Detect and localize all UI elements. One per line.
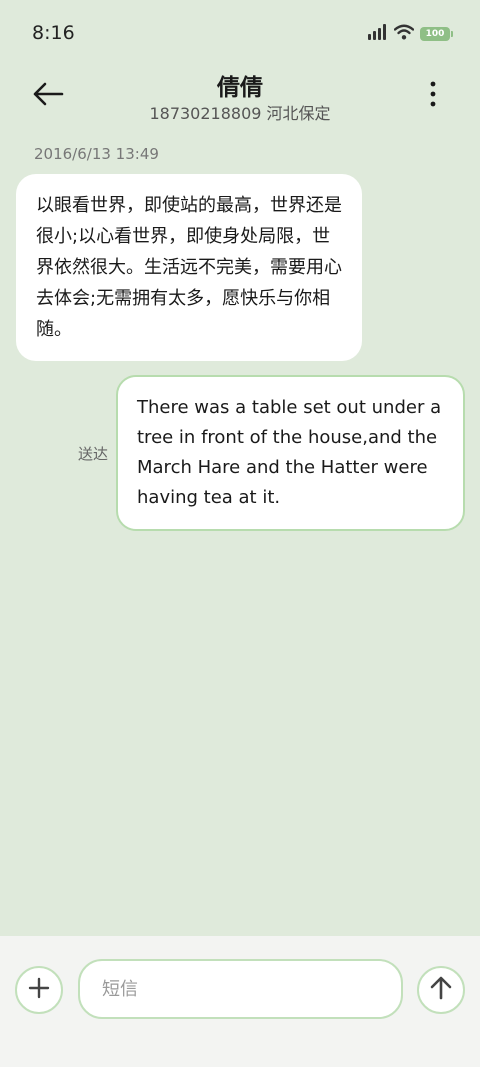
send-button[interactable]: [417, 966, 465, 1014]
signal-icon: [368, 24, 388, 44]
more-options-button[interactable]: [418, 78, 448, 114]
delivered-status: 送达: [78, 445, 109, 463]
message-timestamp: 2016/6/13 13:49: [34, 145, 159, 163]
received-message-bubble[interactable]: 以眼看世界，即使站的最高，世界还是很小;以心看世界，即使身处局限，世界依然很大。…: [16, 174, 362, 361]
composer-bar: [0, 936, 480, 1067]
contact-name: 倩倩: [217, 75, 263, 101]
status-bar: 8:16 100: [0, 0, 480, 66]
battery-icon: 100: [420, 27, 453, 41]
status-icons: 100: [368, 24, 453, 44]
message-input[interactable]: [78, 959, 403, 1019]
conversation-header: 倩倩 18730218809 河北保定: [0, 66, 480, 128]
sent-message-bubble[interactable]: There was a table set out under a tree i…: [116, 375, 465, 531]
wifi-icon: [393, 24, 415, 44]
status-time: 8:16: [32, 22, 75, 44]
add-attachment-button[interactable]: [15, 966, 63, 1014]
more-vertical-icon: [429, 81, 437, 111]
contact-subtitle: 18730218809 河北保定: [149, 104, 331, 123]
send-arrow-icon: [430, 976, 452, 1004]
plus-icon: [28, 977, 50, 1003]
